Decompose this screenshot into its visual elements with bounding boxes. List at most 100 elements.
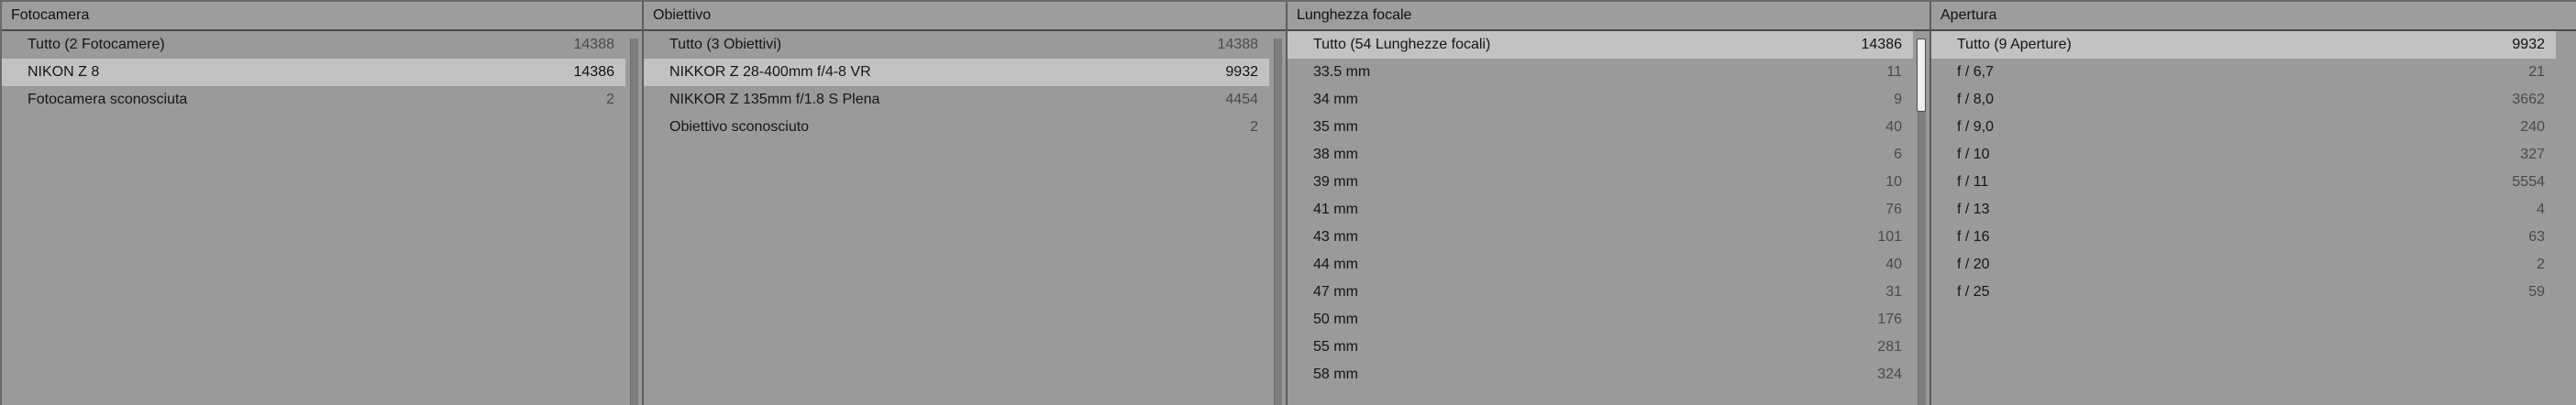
item-count: 2 xyxy=(606,92,614,107)
list-item[interactable]: Tutto (2 Fotocamere) 14388 xyxy=(2,31,625,59)
scrollbar-thumb[interactable] xyxy=(1917,38,1926,112)
item-label: f / 25 xyxy=(1957,284,1990,300)
column-header-focal-length[interactable]: Lunghezza focale xyxy=(1288,2,1929,31)
item-label: f / 13 xyxy=(1957,202,1990,217)
item-label: Obiettivo sconosciuto xyxy=(669,119,810,135)
item-label: Tutto (2 Fotocamere) xyxy=(28,37,165,52)
item-label: Tutto (54 Lunghezze focali) xyxy=(1313,37,1491,52)
item-count: 281 xyxy=(1877,339,1902,355)
list-item[interactable]: f / 20 2 xyxy=(1931,251,2556,279)
item-label: 47 mm xyxy=(1313,284,1358,300)
item-count: 9932 xyxy=(2512,37,2545,52)
item-count: 40 xyxy=(1885,119,1902,135)
list-item[interactable]: 58 mm 324 xyxy=(1288,361,1913,389)
item-label: f / 8,0 xyxy=(1957,92,1995,107)
item-count: 14386 xyxy=(573,64,615,80)
list-item[interactable]: f / 8,0 3662 xyxy=(1931,86,2556,114)
item-label: f / 9,0 xyxy=(1957,119,1995,135)
metadata-filter-browser: Fotocamera Tutto (2 Fotocamere) 14388 NI… xyxy=(0,0,2576,405)
item-count: 4454 xyxy=(1225,92,1258,107)
list-item[interactable]: f / 9,0 240 xyxy=(1931,114,2556,141)
column-header-aperture[interactable]: Apertura xyxy=(1931,2,2576,31)
item-label: 55 mm xyxy=(1313,339,1358,355)
item-count: 40 xyxy=(1885,257,1902,272)
lens-list: Tutto (3 Obiettivi) 14388 NIKKOR Z 28-40… xyxy=(644,31,1286,141)
item-label: 33.5 mm xyxy=(1313,64,1371,80)
item-count: 240 xyxy=(2520,119,2545,135)
item-label: 34 mm xyxy=(1313,92,1358,107)
item-label: Fotocamera sconosciuta xyxy=(28,92,188,107)
item-label: 44 mm xyxy=(1313,257,1358,272)
item-label: 43 mm xyxy=(1313,229,1358,245)
focal-length-list: Tutto (54 Lunghezze focali) 14386 33.5 m… xyxy=(1288,31,1929,389)
aperture-list: Tutto (9 Aperture) 9932 f / 6,7 21 f / 8… xyxy=(1931,31,2576,306)
item-label: Tutto (3 Obiettivi) xyxy=(669,37,782,52)
item-label: NIKKOR Z 135mm f/1.8 S Plena xyxy=(669,92,880,107)
list-item[interactable]: NIKKOR Z 28-400mm f/4-8 VR 9932 xyxy=(644,59,1269,86)
list-item[interactable]: NIKKOR Z 135mm f/1.8 S Plena 4454 xyxy=(644,86,1269,114)
list-item[interactable]: 47 mm 31 xyxy=(1288,279,1913,306)
item-count: 3662 xyxy=(2512,92,2545,107)
list-item[interactable]: Tutto (3 Obiettivi) 14388 xyxy=(644,31,1269,59)
item-label: f / 20 xyxy=(1957,257,1990,272)
item-count: 21 xyxy=(2528,64,2545,80)
column-lens: Obiettivo Tutto (3 Obiettivi) 14388 NIKK… xyxy=(644,2,1288,405)
list-item[interactable]: 39 mm 10 xyxy=(1288,169,1913,196)
item-count: 2 xyxy=(2537,257,2545,272)
item-label: f / 10 xyxy=(1957,147,1990,162)
item-label: f / 16 xyxy=(1957,229,1990,245)
list-item[interactable]: f / 13 4 xyxy=(1931,196,2556,224)
list-item[interactable]: Obiettivo sconosciuto 2 xyxy=(644,114,1269,141)
column-aperture: Apertura Tutto (9 Aperture) 9932 f / 6,7… xyxy=(1931,2,2576,405)
list-item[interactable]: NIKON Z 8 14386 xyxy=(2,59,625,86)
item-label: f / 11 xyxy=(1957,174,1989,190)
list-item[interactable]: Tutto (54 Lunghezze focali) 14386 xyxy=(1288,31,1913,59)
item-label: 35 mm xyxy=(1313,119,1358,135)
list-item[interactable]: 50 mm 176 xyxy=(1288,306,1913,334)
item-label: f / 6,7 xyxy=(1957,64,1995,80)
list-item[interactable]: 35 mm 40 xyxy=(1288,114,1913,141)
list-item[interactable]: 38 mm 6 xyxy=(1288,141,1913,169)
list-item[interactable]: 33.5 mm 11 xyxy=(1288,59,1913,86)
item-count: 5554 xyxy=(2512,174,2545,190)
list-item[interactable]: 55 mm 281 xyxy=(1288,334,1913,361)
item-count: 31 xyxy=(1885,284,1902,300)
list-item[interactable]: f / 6,7 21 xyxy=(1931,59,2556,86)
item-count: 11 xyxy=(1886,64,1902,80)
item-count: 101 xyxy=(1877,229,1902,245)
lens-scrollbar[interactable] xyxy=(1274,38,1282,405)
list-item[interactable]: f / 11 5554 xyxy=(1931,169,2556,196)
item-label: 50 mm xyxy=(1313,312,1358,327)
item-count: 327 xyxy=(2520,147,2545,162)
item-count: 9932 xyxy=(1225,64,1258,80)
list-item[interactable]: 43 mm 101 xyxy=(1288,224,1913,251)
list-item[interactable]: 44 mm 40 xyxy=(1288,251,1913,279)
item-label: NIKKOR Z 28-400mm f/4-8 VR xyxy=(669,64,871,80)
list-item[interactable]: 41 mm 76 xyxy=(1288,196,1913,224)
camera-list: Tutto (2 Fotocamere) 14388 NIKON Z 8 143… xyxy=(2,31,642,114)
focal-length-scrollbar[interactable] xyxy=(1917,38,1926,405)
item-count: 59 xyxy=(2528,284,2545,300)
item-count: 176 xyxy=(1877,312,1902,327)
item-count: 9 xyxy=(1894,92,1902,107)
item-label: 39 mm xyxy=(1313,174,1358,190)
item-count: 6 xyxy=(1894,147,1902,162)
item-count: 324 xyxy=(1877,367,1902,382)
camera-scrollbar[interactable] xyxy=(630,38,638,405)
item-count: 10 xyxy=(1885,174,1902,190)
item-count: 63 xyxy=(2528,229,2545,245)
item-count: 14386 xyxy=(1861,37,1903,52)
item-label: Tutto (9 Aperture) xyxy=(1957,37,2072,52)
list-item[interactable]: f / 16 63 xyxy=(1931,224,2556,251)
list-item[interactable]: f / 10 327 xyxy=(1931,141,2556,169)
column-header-lens[interactable]: Obiettivo xyxy=(644,2,1286,31)
item-label: NIKON Z 8 xyxy=(28,64,100,80)
list-item[interactable]: 34 mm 9 xyxy=(1288,86,1913,114)
column-header-camera[interactable]: Fotocamera xyxy=(2,2,642,31)
column-camera: Fotocamera Tutto (2 Fotocamere) 14388 NI… xyxy=(0,2,644,405)
list-item[interactable]: f / 25 59 xyxy=(1931,279,2556,306)
item-label: 58 mm xyxy=(1313,367,1358,382)
list-item[interactable]: Tutto (9 Aperture) 9932 xyxy=(1931,31,2556,59)
item-count: 2 xyxy=(1250,119,1258,135)
list-item[interactable]: Fotocamera sconosciuta 2 xyxy=(2,86,625,114)
